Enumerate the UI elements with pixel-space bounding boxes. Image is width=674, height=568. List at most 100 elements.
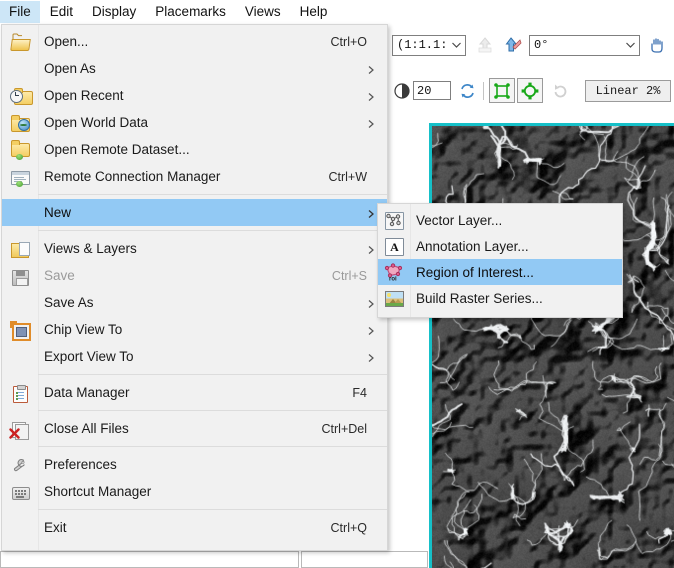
chevron-right-icon [368, 92, 375, 99]
open-folder-icon [2, 28, 38, 55]
menubar-item-file[interactable]: File [0, 1, 40, 23]
contrast-icon[interactable] [391, 79, 413, 103]
file-menu-items: Open... Ctrl+O Open As Open Recent Open … [2, 25, 387, 544]
pan-hand-icon[interactable] [644, 33, 670, 57]
menu-item-data-manager[interactable]: Data Manager F4 [2, 379, 387, 406]
data-manager-icon [2, 379, 38, 406]
menu-item-label: Open World Data [38, 115, 387, 130]
menubar-item-placemarks[interactable]: Placemarks [146, 1, 235, 23]
menu-item-label: Shortcut Manager [38, 484, 387, 499]
menu-item-shortcut-manager[interactable]: Shortcut Manager [2, 478, 387, 505]
vector-layer-icon [378, 207, 410, 233]
submenu-item-annotation-layer[interactable]: A Annotation Layer... [378, 233, 622, 259]
menu-separator [38, 230, 387, 231]
menu-item-close-all-files[interactable]: Close All Files Ctrl+Del [2, 415, 387, 442]
stretch-type-label: Linear 2% [596, 84, 661, 98]
remote-folder-icon [2, 136, 38, 163]
world-folder-icon [2, 109, 38, 136]
zoom-level-combo[interactable]: (1:1.1: [392, 35, 466, 56]
menu-item-label: New [38, 205, 387, 220]
go-to-previous-icon[interactable] [472, 33, 498, 57]
bottom-left-panel [0, 551, 299, 568]
chevron-right-icon [368, 65, 375, 72]
menu-item-accelerator: Ctrl+W [328, 170, 387, 184]
reset-stretch-icon[interactable] [547, 79, 573, 103]
menu-item-label: Data Manager [38, 385, 352, 400]
zoom-to-extent-icon[interactable] [517, 78, 543, 103]
fit-to-window-icon[interactable] [489, 78, 515, 103]
menu-item-views-and-layers[interactable]: Views & Layers [2, 235, 387, 262]
keyboard-icon [2, 478, 38, 505]
menu-item-preferences[interactable]: Preferences [2, 451, 387, 478]
menu-separator [38, 194, 387, 195]
menu-item-save[interactable]: Save Ctrl+S [2, 262, 387, 289]
menu-separator [38, 374, 387, 375]
stretch-type-button[interactable]: Linear 2% [585, 80, 671, 102]
menu-separator [38, 509, 387, 510]
roi-icon: roi [378, 259, 410, 285]
menu-item-remote-connection-manager[interactable]: Remote Connection Manager Ctrl+W [2, 163, 387, 190]
menu-bar: File Edit Display Placemarks Views Help [0, 0, 674, 25]
menubar-item-views[interactable]: Views [236, 1, 290, 23]
menu-separator [38, 446, 387, 447]
menu-item-open-world-data[interactable]: Open World Data [2, 109, 387, 136]
menu-item-label: Open Recent [38, 88, 387, 103]
menu-item-label: Views & Layers [38, 241, 387, 256]
menu-item-accelerator: F4 [352, 386, 387, 400]
save-icon [2, 262, 38, 289]
remote-connection-icon [2, 163, 38, 190]
menu-item-label: Open Remote Dataset... [38, 142, 387, 157]
chevron-right-icon [368, 119, 375, 126]
menu-item-label: Save [38, 268, 332, 283]
menu-item-save-as[interactable]: Save As [2, 289, 387, 316]
raster-series-icon [378, 285, 410, 311]
chevron-down-icon [622, 36, 639, 55]
submenu-item-label: Vector Layer... [410, 213, 622, 228]
menu-item-open-remote-dataset[interactable]: Open Remote Dataset... [2, 136, 387, 163]
chevron-down-icon [448, 36, 465, 55]
annotation-layer-icon: A [378, 233, 410, 259]
menu-item-label: Exit [38, 520, 331, 535]
wrench-icon [2, 451, 38, 478]
menu-item-label: Open... [38, 34, 331, 49]
submenu-item-label: Annotation Layer... [410, 239, 622, 254]
submenu-item-label: Region of Interest... [410, 265, 622, 280]
views-layers-icon [2, 235, 38, 262]
menu-item-open-as[interactable]: Open As [2, 55, 387, 82]
toolbar-row-display: 20 Linear 2% [391, 78, 671, 103]
new-submenu-dropdown: Vector Layer... A Annotation Layer... ro… [377, 203, 623, 318]
image-view[interactable] [429, 123, 674, 568]
rotation-combo[interactable]: 0° [529, 35, 640, 56]
chip-view-icon [2, 316, 38, 343]
menu-item-export-view-to[interactable]: Export View To [2, 343, 387, 370]
menu-item-label: Chip View To [38, 322, 387, 337]
brightness-value: 20 [417, 84, 431, 98]
menu-separator [38, 410, 387, 411]
chevron-right-icon [368, 299, 375, 306]
menubar-item-help[interactable]: Help [291, 1, 337, 23]
file-menu-dropdown: Open... Ctrl+O Open As Open Recent Open … [1, 24, 388, 551]
submenu-item-build-raster-series[interactable]: Build Raster Series... [378, 285, 622, 311]
bottom-middle-panel [301, 551, 428, 568]
toolbar-divider [483, 82, 484, 100]
refresh-icon[interactable] [456, 79, 478, 103]
submenu-item-vector-layer[interactable]: Vector Layer... [378, 207, 622, 233]
chevron-right-icon [368, 326, 375, 333]
menubar-item-edit[interactable]: Edit [41, 1, 82, 23]
chevron-right-icon [368, 209, 375, 216]
menu-item-new[interactable]: New [2, 199, 387, 226]
brightness-value-input[interactable]: 20 [413, 81, 451, 100]
menu-item-accelerator: Ctrl+O [331, 35, 387, 49]
submenu-item-region-of-interest[interactable]: roi Region of Interest... [378, 259, 622, 285]
menu-item-open-recent[interactable]: Open Recent [2, 82, 387, 109]
menu-item-exit[interactable]: Exit Ctrl+Q [2, 514, 387, 541]
submenu-item-label: Build Raster Series... [410, 291, 622, 306]
menu-item-label: Close All Files [38, 421, 322, 436]
go-to-location-icon[interactable] [500, 33, 526, 57]
menu-item-chip-view-to[interactable]: Chip View To [2, 316, 387, 343]
menu-item-accelerator: Ctrl+Q [331, 521, 387, 535]
menu-item-label: Export View To [38, 349, 387, 364]
menubar-item-display[interactable]: Display [83, 1, 145, 23]
menu-item-label: Remote Connection Manager [38, 169, 328, 184]
menu-item-open[interactable]: Open... Ctrl+O [2, 28, 387, 55]
